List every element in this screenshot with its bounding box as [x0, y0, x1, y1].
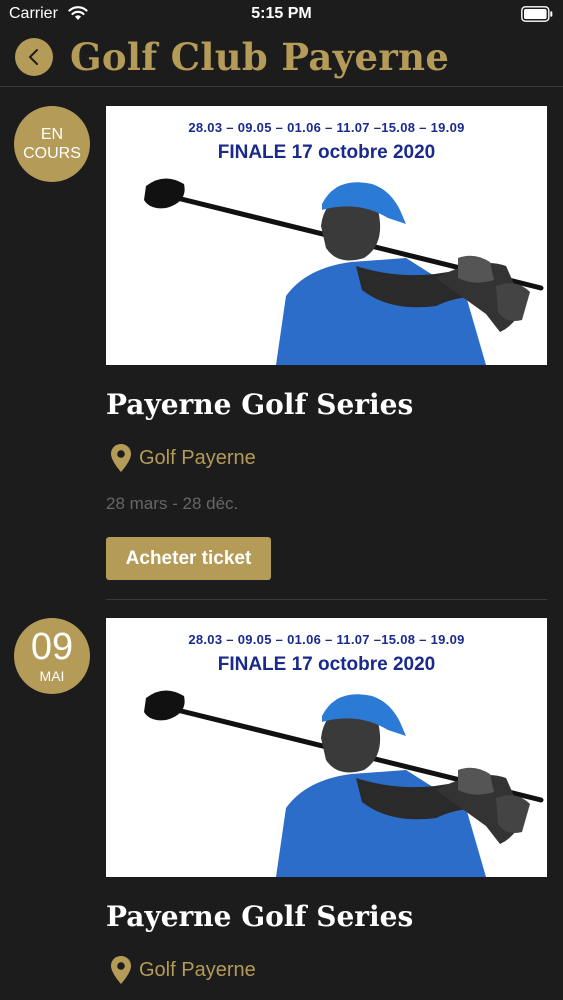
battery-icon [521, 6, 553, 22]
event-location[interactable]: Golf Payerne [110, 954, 256, 986]
badge-line-1: EN [40, 126, 64, 143]
event-poster[interactable]: 28.03 – 09.05 – 01.06 – 11.07 –15.08 – 1… [106, 106, 547, 365]
chevron-left-icon [29, 49, 38, 65]
clock: 5:15 PM [251, 5, 312, 22]
poster-finale: FINALE 17 octobre 2020 [217, 142, 436, 163]
event-date-range: 28 mars - 28 déc. [106, 494, 239, 513]
location-label: Golf Payerne [139, 958, 256, 981]
badge-line-2: COURS [23, 145, 81, 162]
poster-dates: 28.03 – 09.05 – 01.06 – 11.07 –15.08 – 1… [188, 120, 465, 135]
page-title: Golf Club Payerne [70, 35, 450, 79]
event-location[interactable]: Golf Payerne [110, 442, 256, 474]
poster-finale: FINALE 17 octobre 2020 [217, 654, 436, 675]
status-bar: Carrier 5:15 PM [0, 0, 563, 30]
event-title: Payerne Golf Series [106, 900, 414, 933]
map-pin-icon [111, 956, 131, 984]
date-badge: 09 MAI [14, 618, 90, 694]
back-button[interactable] [15, 38, 53, 76]
location-label: Golf Payerne [139, 446, 256, 469]
badge-month: MAI [39, 668, 65, 684]
map-pin-icon [111, 444, 131, 472]
divider [106, 599, 547, 600]
poster-dates: 28.03 – 09.05 – 01.06 – 11.07 –15.08 – 1… [188, 632, 465, 647]
badge-day: 09 [30, 626, 74, 668]
event-poster[interactable]: 28.03 – 09.05 – 01.06 – 11.07 –15.08 – 1… [106, 618, 547, 877]
buy-ticket-button[interactable]: Acheter ticket [106, 537, 271, 580]
event-title: Payerne Golf Series [106, 388, 414, 421]
status-badge: EN COURS [14, 106, 90, 182]
nav-header: Golf Club Payerne [0, 30, 563, 87]
